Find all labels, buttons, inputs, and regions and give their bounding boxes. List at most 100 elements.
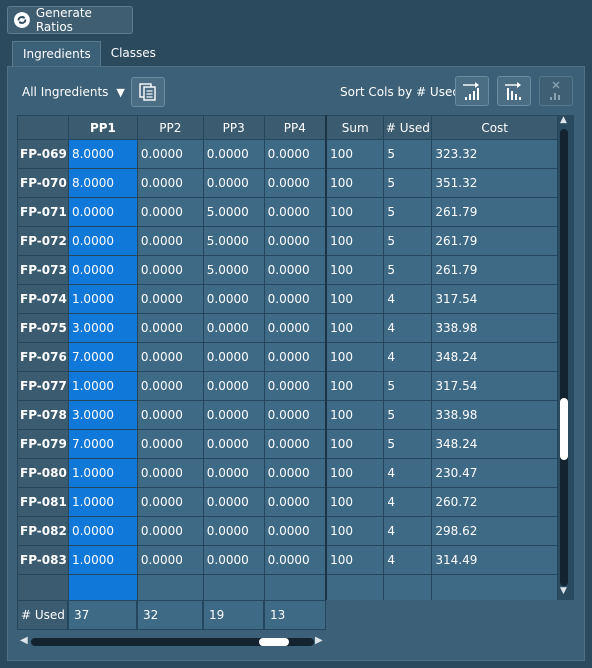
row-header[interactable]: FP-073 [17,255,69,285]
grid-cell[interactable]: 0.0000 [67,255,138,285]
column-header-cost[interactable]: Cost [431,115,558,140]
grid-cell[interactable]: 0.0000 [202,487,265,517]
grid-cell[interactable]: 261.79 [431,197,558,227]
column-header-pp3[interactable]: PP3 [202,115,265,140]
grid-cell[interactable]: 0.0000 [202,139,265,169]
row-header[interactable]: FP-075 [17,313,69,343]
grid-cell[interactable] [431,574,558,600]
row-header[interactable]: FP-080 [17,458,69,488]
grid-cell[interactable]: 0.0000 [202,429,265,459]
grid-cell[interactable]: 0.0000 [136,313,204,343]
grid-cell[interactable]: 100 [325,284,385,314]
grid-cell[interactable]: 1.0000 [67,487,138,517]
grid-cell[interactable]: 0.0000 [136,284,204,314]
grid-cell[interactable]: 8.0000 [67,168,138,198]
vertical-scrollbar[interactable]: ▲ ▼ [558,115,574,600]
grid-cell[interactable]: 8.0000 [67,139,138,169]
grid-cell[interactable]: 317.54 [431,284,558,314]
row-header[interactable]: FP-071 [17,197,69,227]
grid-cell[interactable]: 4 [383,342,433,372]
grid-cell[interactable]: 3.0000 [67,400,138,430]
grid-cell[interactable]: 4 [383,487,433,517]
grid-cell[interactable]: 4 [383,458,433,488]
grid-cell[interactable]: 100 [325,371,385,401]
grid-cell[interactable]: 0.0000 [263,516,328,546]
grid-cell[interactable]: 5.0000 [202,226,265,256]
grid-cell[interactable]: 0.0000 [136,226,204,256]
grid-cell[interactable]: 0.0000 [136,545,204,575]
grid-cell[interactable]: 1.0000 [67,284,138,314]
row-header[interactable]: FP-083 [17,545,69,575]
horizontal-scroll-track[interactable] [31,638,314,646]
grid-cell[interactable]: 351.32 [431,168,558,198]
corner-header[interactable] [17,115,69,140]
grid-cell[interactable] [17,574,69,600]
grid-cell[interactable] [67,574,138,600]
grid-cell[interactable]: 0.0000 [202,284,265,314]
column-header-used[interactable]: # Used [383,115,433,140]
grid-cell[interactable]: 261.79 [431,226,558,256]
grid-cell[interactable]: 0.0000 [136,487,204,517]
tab-classes[interactable]: Classes [101,41,165,67]
tab-ingredients[interactable]: Ingredients [12,41,101,67]
grid-cell[interactable]: 100 [325,313,385,343]
vertical-scroll-track[interactable] [560,129,568,586]
grid-cell[interactable]: 100 [325,545,385,575]
grid-cell[interactable]: 338.98 [431,313,558,343]
grid-cell[interactable]: 5 [383,197,433,227]
grid-cell[interactable]: 0.0000 [136,255,204,285]
row-header[interactable]: FP-069 [17,139,69,169]
grid-cell[interactable]: 348.24 [431,429,558,459]
grid-cell[interactable]: 323.32 [431,139,558,169]
grid-cell[interactable]: 0.0000 [263,371,328,401]
grid-cell[interactable]: 0.0000 [136,197,204,227]
column-header-pp4[interactable]: PP4 [263,115,328,140]
grid-cell[interactable]: 5.0000 [202,197,265,227]
grid-cell[interactable]: 5 [383,226,433,256]
row-header[interactable]: FP-082 [17,516,69,546]
grid-cell[interactable] [325,574,385,600]
grid-cell[interactable]: 0.0000 [136,139,204,169]
grid-cell[interactable]: 5.0000 [202,255,265,285]
grid-cell[interactable]: 100 [325,139,385,169]
grid-cell[interactable] [136,574,204,600]
row-header[interactable]: FP-074 [17,284,69,314]
grid-cell[interactable]: 0.0000 [263,342,328,372]
row-header[interactable]: FP-081 [17,487,69,517]
row-header[interactable]: FP-078 [17,400,69,430]
generate-ratios-button[interactable]: Generate Ratios [7,6,133,34]
grid-cell[interactable]: 0.0000 [136,168,204,198]
copy-button[interactable] [131,77,165,107]
scroll-up-icon[interactable]: ▲ [560,115,567,125]
grid-cell[interactable]: 0.0000 [263,429,328,459]
grid-cell[interactable]: 0.0000 [263,284,328,314]
column-header-sum[interactable]: Sum [325,115,385,140]
grid-cell[interactable]: 3.0000 [67,313,138,343]
grid-cell[interactable]: 0.0000 [136,400,204,430]
grid-cell[interactable]: 0.0000 [67,226,138,256]
grid-cell[interactable]: 0.0000 [67,197,138,227]
scroll-left-icon[interactable]: ◀ [20,635,28,646]
grid-cell[interactable]: 5 [383,168,433,198]
grid-cell[interactable]: 5 [383,255,433,285]
grid-cell[interactable]: 0.0000 [136,458,204,488]
grid-cell[interactable]: 100 [325,342,385,372]
ingredient-filter-dropdown[interactable]: All Ingredients ▼ [22,82,132,102]
grid-cell[interactable]: 0.0000 [136,371,204,401]
grid-cell[interactable]: 1.0000 [67,545,138,575]
clear-sort-button[interactable] [539,76,573,106]
grid-cell[interactable]: 0.0000 [263,255,328,285]
grid-cell[interactable]: 4 [383,545,433,575]
row-header[interactable]: FP-070 [17,168,69,198]
grid-cell[interactable]: 4 [383,284,433,314]
grid-cell[interactable]: 4 [383,313,433,343]
grid-cell[interactable]: 0.0000 [263,197,328,227]
grid-cell[interactable]: 100 [325,400,385,430]
grid-cell[interactable]: 348.24 [431,342,558,372]
grid-cell[interactable] [202,574,265,600]
grid-cell[interactable]: 100 [325,487,385,517]
grid-cell[interactable]: 261.79 [431,255,558,285]
sort-ascending-button[interactable] [455,76,489,106]
sort-descending-button[interactable] [497,76,531,106]
grid-cell[interactable]: 100 [325,197,385,227]
